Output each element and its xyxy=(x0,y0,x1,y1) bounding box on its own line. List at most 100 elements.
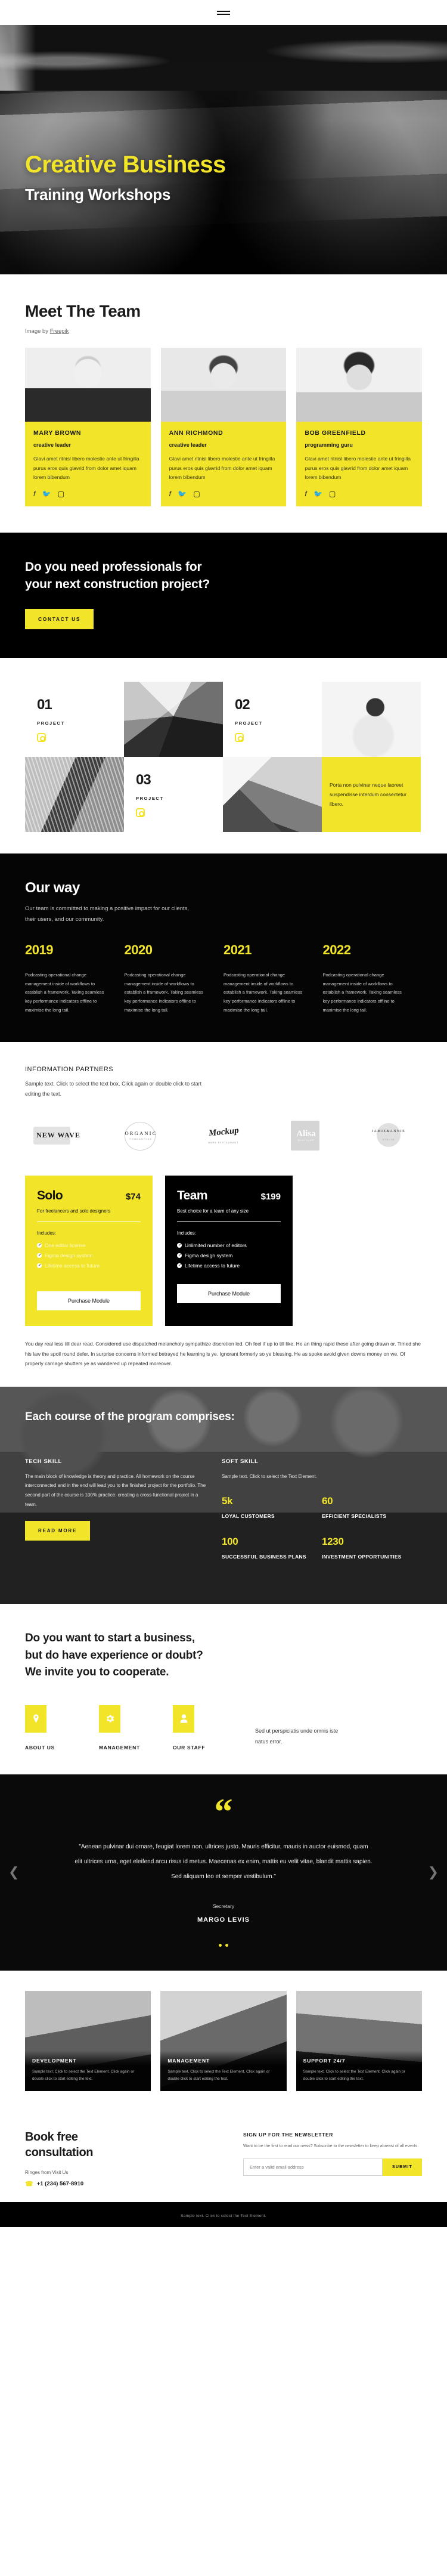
service-card-development[interactable]: DEVELOPMENT Sample text. Click to select… xyxy=(25,1990,151,2091)
plan-feature-list: ✓ One editor license ✓ Figma design system… xyxy=(37,1242,141,1269)
soft-skill-text: Sample text. Click to select the Text El… xyxy=(222,1473,317,1479)
tech-skill-title: TECH SKILL xyxy=(25,1458,62,1465)
twitter-icon[interactable]: 🐦 xyxy=(42,490,51,497)
carousel-dot[interactable] xyxy=(219,1943,222,1947)
newsletter-note: Want to be the first to read our news? S… xyxy=(243,2144,419,2148)
twitter-icon[interactable]: 🐦 xyxy=(313,490,322,497)
carousel-dots xyxy=(0,1943,447,1947)
twitter-icon[interactable]: 🐦 xyxy=(178,490,187,497)
service-card-text: Sample text. Click to select the Text El… xyxy=(32,2069,135,2081)
project-note-text: Porta non pulvinar neque laoreet suspend… xyxy=(330,781,406,808)
instagram-icon[interactable]: ▢ xyxy=(193,490,200,497)
project-image-corridor[interactable] xyxy=(124,682,223,757)
credit-link[interactable]: Freepik xyxy=(50,328,69,335)
project-image-portrait[interactable] xyxy=(322,682,421,757)
chevron-right-icon[interactable]: ❯ xyxy=(428,1864,439,1880)
partner-logo-organic[interactable]: ORGANIC FOOD&DRINK xyxy=(108,1120,175,1152)
invite-heading-line-2: but do have experience or doubt? xyxy=(25,1649,203,1662)
facebook-icon[interactable]: 𝑓 xyxy=(33,490,36,497)
instagram-outline-icon[interactable] xyxy=(235,733,244,743)
carousel-dot[interactable] xyxy=(225,1943,228,1947)
invite-item-about-us[interactable]: ABOUT US xyxy=(25,1705,99,1751)
divider xyxy=(177,1221,281,1223)
invite-item-management[interactable]: MANAGEMENT xyxy=(99,1705,173,1751)
partner-logo-label: NEW WAVE xyxy=(36,1131,80,1140)
submit-button[interactable]: SUBMIT xyxy=(382,2158,422,2176)
member-description: Glavi amet ritnisl libero molestie ante … xyxy=(169,456,275,481)
soft-skill-title: SOFT SKILL xyxy=(222,1458,259,1465)
projects-row-bottom: 03 PROJECT Porta non pulvinar neque laor… xyxy=(25,757,422,833)
testimonial-section: ❮ ❯ “ "Aenean pulvinar dui ornare, feugi… xyxy=(0,1774,447,1971)
facebook-icon[interactable]: 𝑓 xyxy=(305,490,307,497)
plan-feature-label: Figma design system xyxy=(185,1253,233,1259)
partner-logo-sublabel: BOUTIQUE xyxy=(297,1139,315,1142)
instagram-icon[interactable]: ▢ xyxy=(58,490,64,497)
service-card-title: SUPPORT 24/7 xyxy=(303,2057,346,2064)
project-info-02[interactable]: 02 PROJECT xyxy=(223,682,322,757)
invite-section: Do you want to start a business, but do … xyxy=(0,1604,447,1774)
plan-price: $199 xyxy=(260,1191,281,1202)
email-input[interactable] xyxy=(243,2158,383,2176)
footer-phone[interactable]: ☎ +1 (234) 567-8910 xyxy=(25,2180,180,2188)
purchase-module-button[interactable]: Purchase Module xyxy=(177,1284,281,1304)
contact-us-button[interactable]: CONTACT US xyxy=(25,609,94,630)
footer-phone-number: +1 (234) 567-8910 xyxy=(36,2180,84,2187)
purchase-module-button[interactable]: Purchase Module xyxy=(37,1291,141,1311)
plan-description: Best choice for a team of any size xyxy=(177,1208,249,1214)
timeline-year: 2021 xyxy=(224,942,252,958)
service-card-title: MANAGEMENT xyxy=(167,2057,210,2064)
team-member-card[interactable]: ANN RICHMOND creative leader Glavi amet … xyxy=(160,348,287,507)
partner-logo-alisa[interactable]: Alisa BOUTIQUE xyxy=(273,1120,340,1152)
our-way-section: Our way Our team is committed to making … xyxy=(0,853,447,1043)
service-card-title: DEVELOPMENT xyxy=(32,2057,77,2064)
partner-logo-sublabel: BARS RESTAURANT xyxy=(208,1141,239,1144)
timeline-item: 2020 Podcasting operational change manag… xyxy=(125,942,224,1015)
invite-item-our-staff[interactable]: OUR STAFF xyxy=(173,1705,247,1751)
hamburger-menu-icon[interactable] xyxy=(217,10,230,15)
credit-prefix: Image by xyxy=(25,328,50,335)
timeline-text: Podcasting operational change management… xyxy=(25,972,104,1013)
stat-value: 1230 xyxy=(322,1536,344,1548)
gear-icon xyxy=(99,1705,120,1733)
testimonial-quote: "Aenean pulvinar dui ornare, feugiat lor… xyxy=(74,1843,372,1880)
location-pin-icon xyxy=(25,1705,46,1733)
chevron-left-icon[interactable]: ❮ xyxy=(8,1864,19,1880)
project-image-tower[interactable] xyxy=(25,757,124,833)
instagram-outline-icon[interactable] xyxy=(136,808,145,818)
pricing-card-solo: Solo $74 For freelancers and solo design… xyxy=(25,1175,153,1326)
invite-heading-line-3: We invite you to cooperate. xyxy=(25,1666,169,1679)
read-more-button[interactable]: READ MORE xyxy=(25,1521,91,1541)
project-info-01[interactable]: 01 PROJECT xyxy=(25,682,124,757)
our-way-heading: Our way xyxy=(25,880,80,896)
quote-mark-icon: “ xyxy=(214,1791,233,1832)
project-label: PROJECT xyxy=(235,720,263,726)
project-info-03[interactable]: 03 PROJECT xyxy=(124,757,223,832)
facebook-icon[interactable]: 𝑓 xyxy=(169,490,172,497)
hero-copy: Creative Business Training Workshops xyxy=(25,152,226,204)
plan-includes-label: Includes: xyxy=(37,1230,57,1236)
footer-section: Book free consultation Ringes from Visit… xyxy=(0,2113,447,2202)
plan-name: Solo xyxy=(37,1188,63,1202)
burger-line xyxy=(217,13,230,15)
instagram-icon[interactable]: ▢ xyxy=(329,490,336,497)
timeline-year: 2022 xyxy=(322,942,351,958)
invite-note: Sed ut perspiciatis unde omnis iste natu… xyxy=(255,1727,339,1745)
our-way-lead: Our team is committed to making a positi… xyxy=(25,905,190,923)
project-image-abstract[interactable] xyxy=(223,757,322,833)
partner-logo-mockup[interactable]: Mockup BARS RESTAURANT xyxy=(190,1120,257,1152)
service-card-management[interactable]: MANAGEMENT Sample text. Click to select … xyxy=(160,1990,287,2091)
partner-logo-label: JAMIE&ANNIE xyxy=(371,1130,406,1134)
check-icon: ✓ xyxy=(37,1253,42,1258)
projects-row-top: 01 PROJECT 02 PROJECT xyxy=(25,682,422,757)
instagram-outline-icon[interactable] xyxy=(37,733,46,743)
partner-logo-jamie-annie[interactable]: JAMIE&ANNIE STUDIO xyxy=(355,1120,422,1152)
partner-logo-sublabel: STUDIO xyxy=(382,1139,395,1142)
plan-feature: ✓ Lifetime access to future xyxy=(37,1263,141,1269)
team-member-card[interactable]: MARY BROWN creative leader Glavi amet ri… xyxy=(25,348,151,507)
service-card-support[interactable]: SUPPORT 24/7 Sample text. Click to selec… xyxy=(296,1990,422,2091)
plan-feature-label: Unlimited number of editors xyxy=(185,1242,247,1249)
partner-logo-new-wave[interactable]: NEW WAVE xyxy=(25,1120,92,1152)
timeline-item: 2019 Podcasting operational change manag… xyxy=(25,942,125,1015)
member-photo xyxy=(160,348,287,422)
team-member-card[interactable]: BOB GREENFIELD programming guru Glavi am… xyxy=(296,348,423,507)
